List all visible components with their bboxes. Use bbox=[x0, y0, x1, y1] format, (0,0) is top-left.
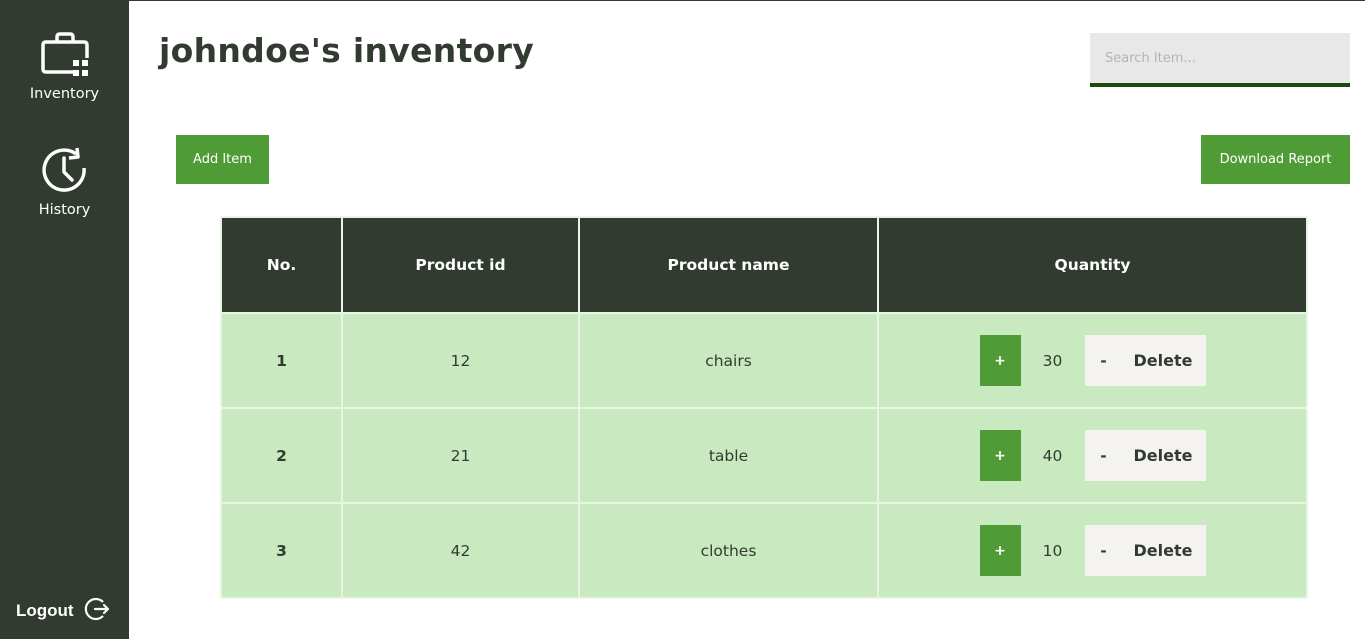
quantity-cell: + 10 - Delete bbox=[877, 502, 1308, 599]
decrement-button[interactable]: - bbox=[1085, 542, 1123, 560]
page-title: johndoe's inventory bbox=[159, 31, 535, 70]
row-number: 2 bbox=[220, 407, 343, 504]
delete-button[interactable]: Delete bbox=[1123, 446, 1206, 465]
decrement-button[interactable]: - bbox=[1085, 447, 1123, 465]
quantity-stepper: + 30 - Delete bbox=[879, 335, 1306, 386]
inventory-table: No. Product id Product name Quantity 1 1… bbox=[220, 216, 1308, 599]
quantity-stepper: + 40 - Delete bbox=[879, 430, 1306, 481]
quantity-value: 10 bbox=[1042, 541, 1063, 560]
product-name: table bbox=[578, 407, 879, 504]
logout-icon bbox=[84, 596, 110, 626]
table-row: 3 42 clothes + 10 - Delete bbox=[220, 502, 1308, 599]
row-actions: - Delete bbox=[1084, 430, 1206, 481]
increment-button[interactable]: + bbox=[979, 335, 1021, 386]
delete-button[interactable]: Delete bbox=[1123, 351, 1206, 370]
row-actions: - Delete bbox=[1084, 335, 1206, 386]
table-row: 2 21 table + 40 - Delete bbox=[220, 407, 1308, 504]
logout-label: Logout bbox=[16, 601, 74, 620]
row-number: 1 bbox=[220, 312, 343, 409]
top-border bbox=[0, 0, 1365, 1]
logout-button[interactable]: Logout bbox=[16, 596, 110, 626]
product-name: clothes bbox=[578, 502, 879, 599]
column-header-quantity: Quantity bbox=[877, 216, 1308, 314]
sidebar: Inventory History Logout bbox=[0, 0, 129, 639]
column-header-product-id: Product id bbox=[341, 216, 580, 314]
download-report-button[interactable]: Download Report bbox=[1201, 135, 1350, 184]
sidebar-item-label: History bbox=[38, 202, 91, 218]
increment-button[interactable]: + bbox=[979, 430, 1021, 481]
product-id: 42 bbox=[341, 502, 580, 599]
quantity-value: 40 bbox=[1042, 446, 1063, 465]
sidebar-item-label: Inventory bbox=[29, 86, 100, 102]
quantity-cell: + 30 - Delete bbox=[877, 312, 1308, 409]
product-id: 21 bbox=[341, 407, 580, 504]
column-header-no: No. bbox=[220, 216, 343, 314]
sidebar-item-inventory[interactable]: Inventory bbox=[0, 32, 129, 102]
row-number: 3 bbox=[220, 502, 343, 599]
quantity-cell: + 40 - Delete bbox=[877, 407, 1308, 504]
quantity-value: 30 bbox=[1042, 351, 1063, 370]
increment-button[interactable]: + bbox=[979, 525, 1021, 576]
row-actions: - Delete bbox=[1084, 525, 1206, 576]
product-id: 12 bbox=[341, 312, 580, 409]
search-input[interactable] bbox=[1090, 33, 1350, 87]
briefcase-icon bbox=[0, 32, 129, 82]
decrement-button[interactable]: - bbox=[1085, 352, 1123, 370]
add-item-button[interactable]: Add Item bbox=[176, 135, 269, 184]
table-row: 1 12 chairs + 30 - Delete bbox=[220, 312, 1308, 409]
product-name: chairs bbox=[578, 312, 879, 409]
delete-button[interactable]: Delete bbox=[1123, 541, 1206, 560]
quantity-stepper: + 10 - Delete bbox=[879, 525, 1306, 576]
history-clock-icon bbox=[0, 146, 129, 198]
table-header-row: No. Product id Product name Quantity bbox=[220, 216, 1308, 314]
column-header-product-name: Product name bbox=[578, 216, 879, 314]
sidebar-item-history[interactable]: History bbox=[0, 146, 129, 218]
